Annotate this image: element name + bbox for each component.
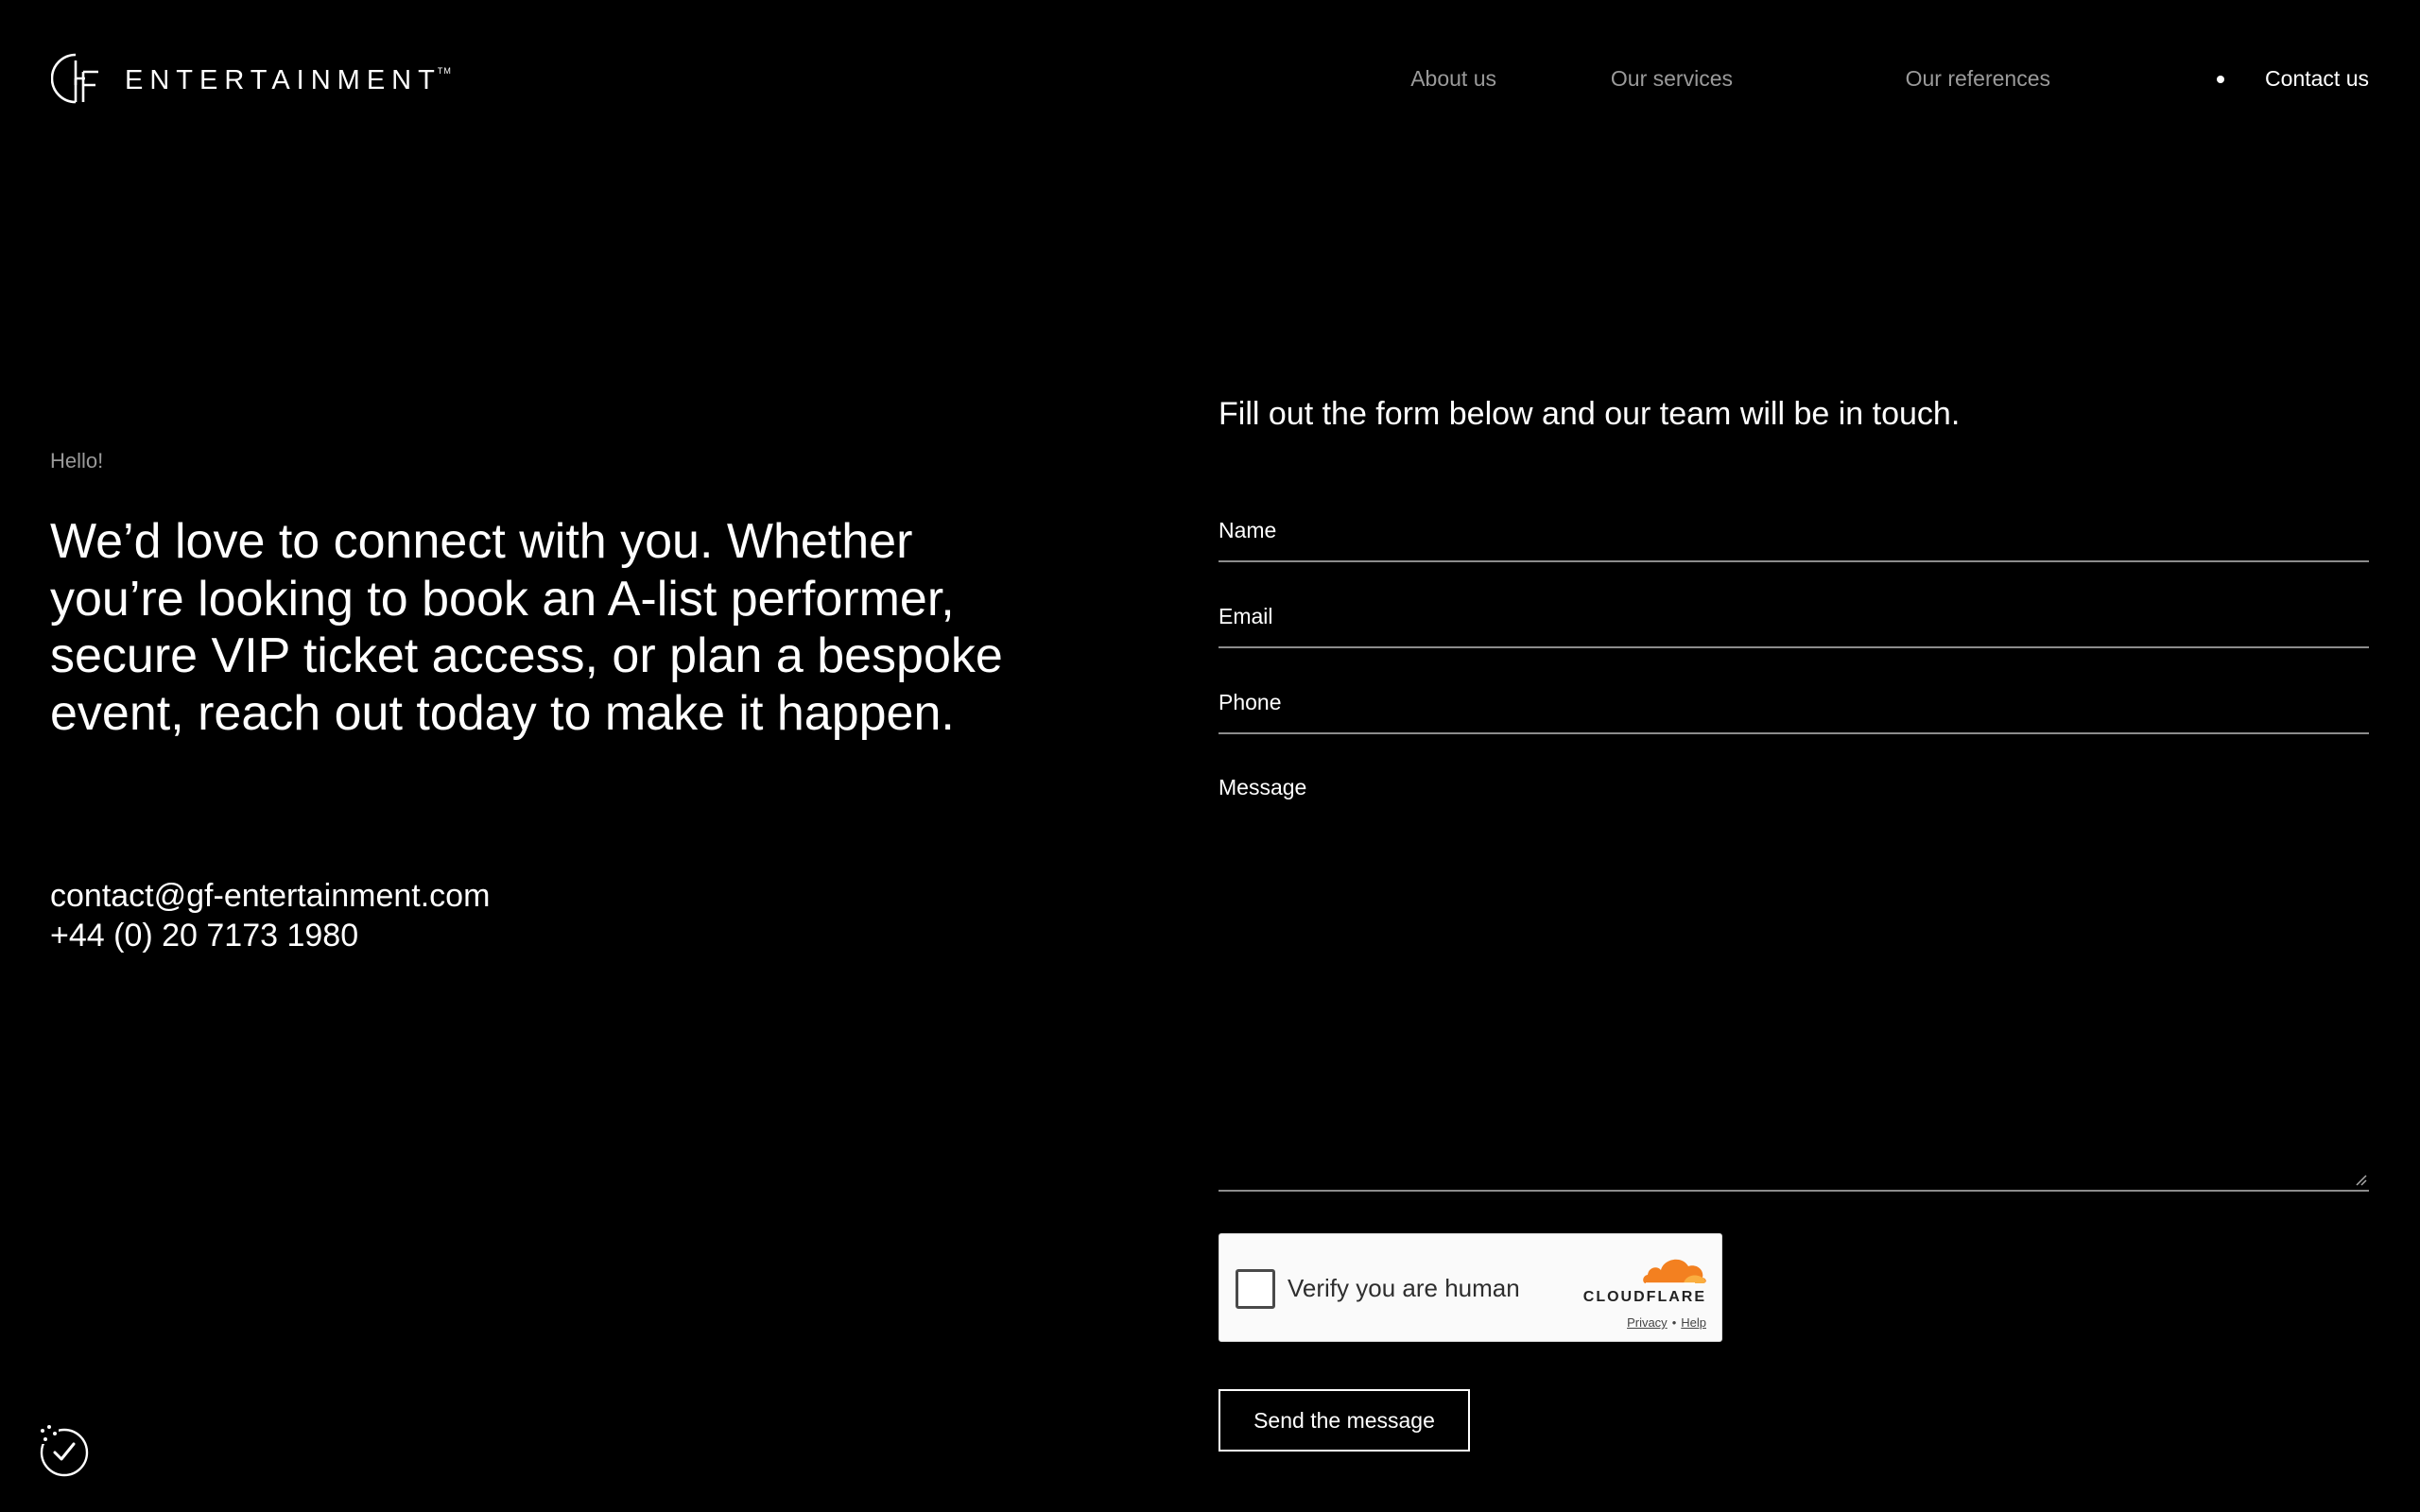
intro-eyebrow: Hello!	[50, 449, 104, 472]
gf-monogram-icon	[51, 53, 98, 104]
message-textarea[interactable]: Message	[1219, 767, 2369, 1192]
cookie-consent-icon[interactable]	[36, 1423, 91, 1478]
captcha-widget: Verify you are human CLOUDFLARE Privacy •…	[1219, 1233, 1722, 1342]
phone-field-label: Phone	[1219, 690, 1282, 714]
captcha-link-separator: •	[1671, 1315, 1677, 1330]
captcha-help-link[interactable]: Help	[1681, 1315, 1706, 1330]
name-field-label: Name	[1219, 518, 1277, 542]
send-message-button[interactable]: Send the message	[1219, 1389, 1470, 1452]
nav-item-about[interactable]: About us	[1410, 66, 1496, 92]
form-lead-text: Fill out the form below and our team wil…	[1219, 396, 1961, 432]
cloudflare-cloud-icon	[1643, 1259, 1706, 1284]
cloudflare-wordmark: CLOUDFLARE	[1582, 1289, 1706, 1305]
captcha-label: Verify you are human	[1288, 1274, 1520, 1302]
site-header: ENTERTAINMENTTM About us Our services Ou…	[0, 0, 2420, 161]
name-field[interactable]: Name	[1219, 510, 2369, 562]
nav-item-references[interactable]: Our references	[1906, 66, 2050, 92]
contact-email-link[interactable]: contact@gf-entertainment.com	[50, 878, 490, 915]
logo[interactable]: ENTERTAINMENTTM	[51, 49, 456, 108]
email-field-label: Email	[1219, 604, 1273, 628]
captcha-checkbox[interactable]	[1236, 1269, 1275, 1309]
intro-heading: We’d love to connect with you. Whether y…	[50, 514, 1003, 741]
message-field-label: Message	[1219, 775, 1307, 799]
captcha-privacy-link[interactable]: Privacy	[1627, 1315, 1668, 1330]
trademark: TM	[437, 65, 452, 76]
nav-item-contact[interactable]: Contact us	[2265, 66, 2369, 92]
active-nav-indicator	[2217, 76, 2224, 83]
resize-handle-icon[interactable]	[2354, 1173, 2367, 1186]
captcha-links: Privacy • Help	[1627, 1315, 1706, 1330]
nav-item-services[interactable]: Our services	[1611, 66, 1733, 92]
page: ENTERTAINMENTTM About us Our services Ou…	[0, 0, 2420, 1512]
logo-wordmark: ENTERTAINMENTTM	[125, 64, 452, 95]
contact-phone-link[interactable]: +44 (0) 20 7173 1980	[50, 918, 358, 954]
email-field[interactable]: Email	[1219, 596, 2369, 648]
cloudflare-brand: CLOUDFLARE Privacy • Help	[1576, 1251, 1708, 1332]
phone-field[interactable]: Phone	[1219, 682, 2369, 734]
